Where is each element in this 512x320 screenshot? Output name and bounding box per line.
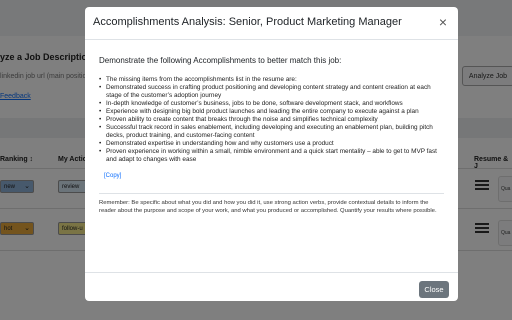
list-item: Proven experience in working within a sm… [99,148,447,163]
list-item: Demonstrated expertise in understanding … [99,140,447,148]
list-item: Experience with designing big bold produ… [99,108,447,116]
modal-header: Accomplishments Analysis: Senior, Produc… [85,7,458,40]
list-item: The missing items from the accomplishmen… [99,76,447,84]
copy-link[interactable]: [Copy] [104,173,121,179]
list-item: Successful track record in sales enablem… [99,124,447,139]
list-item: Demonstrated success in crafting product… [99,84,447,99]
intro-text: Demonstrate the following Accomplishment… [99,56,342,65]
modal-body: Demonstrate the following Accomplishment… [99,56,447,215]
list-item: In-depth knowledge of customer’s busines… [99,100,447,108]
modal-title: Accomplishments Analysis: Senior, Produc… [93,16,402,28]
accomplishments-modal: Accomplishments Analysis: Senior, Produc… [85,7,458,301]
accomplishments-list: The missing items from the accomplishmen… [99,76,447,163]
footer-divider [85,272,458,273]
close-button[interactable]: Close [419,281,449,298]
list-item: Proven ability to create content that br… [99,116,447,124]
close-icon[interactable]: × [435,13,451,31]
remember-note: Remember: Be specific about what you did… [99,199,437,214]
section-divider [99,192,444,194]
